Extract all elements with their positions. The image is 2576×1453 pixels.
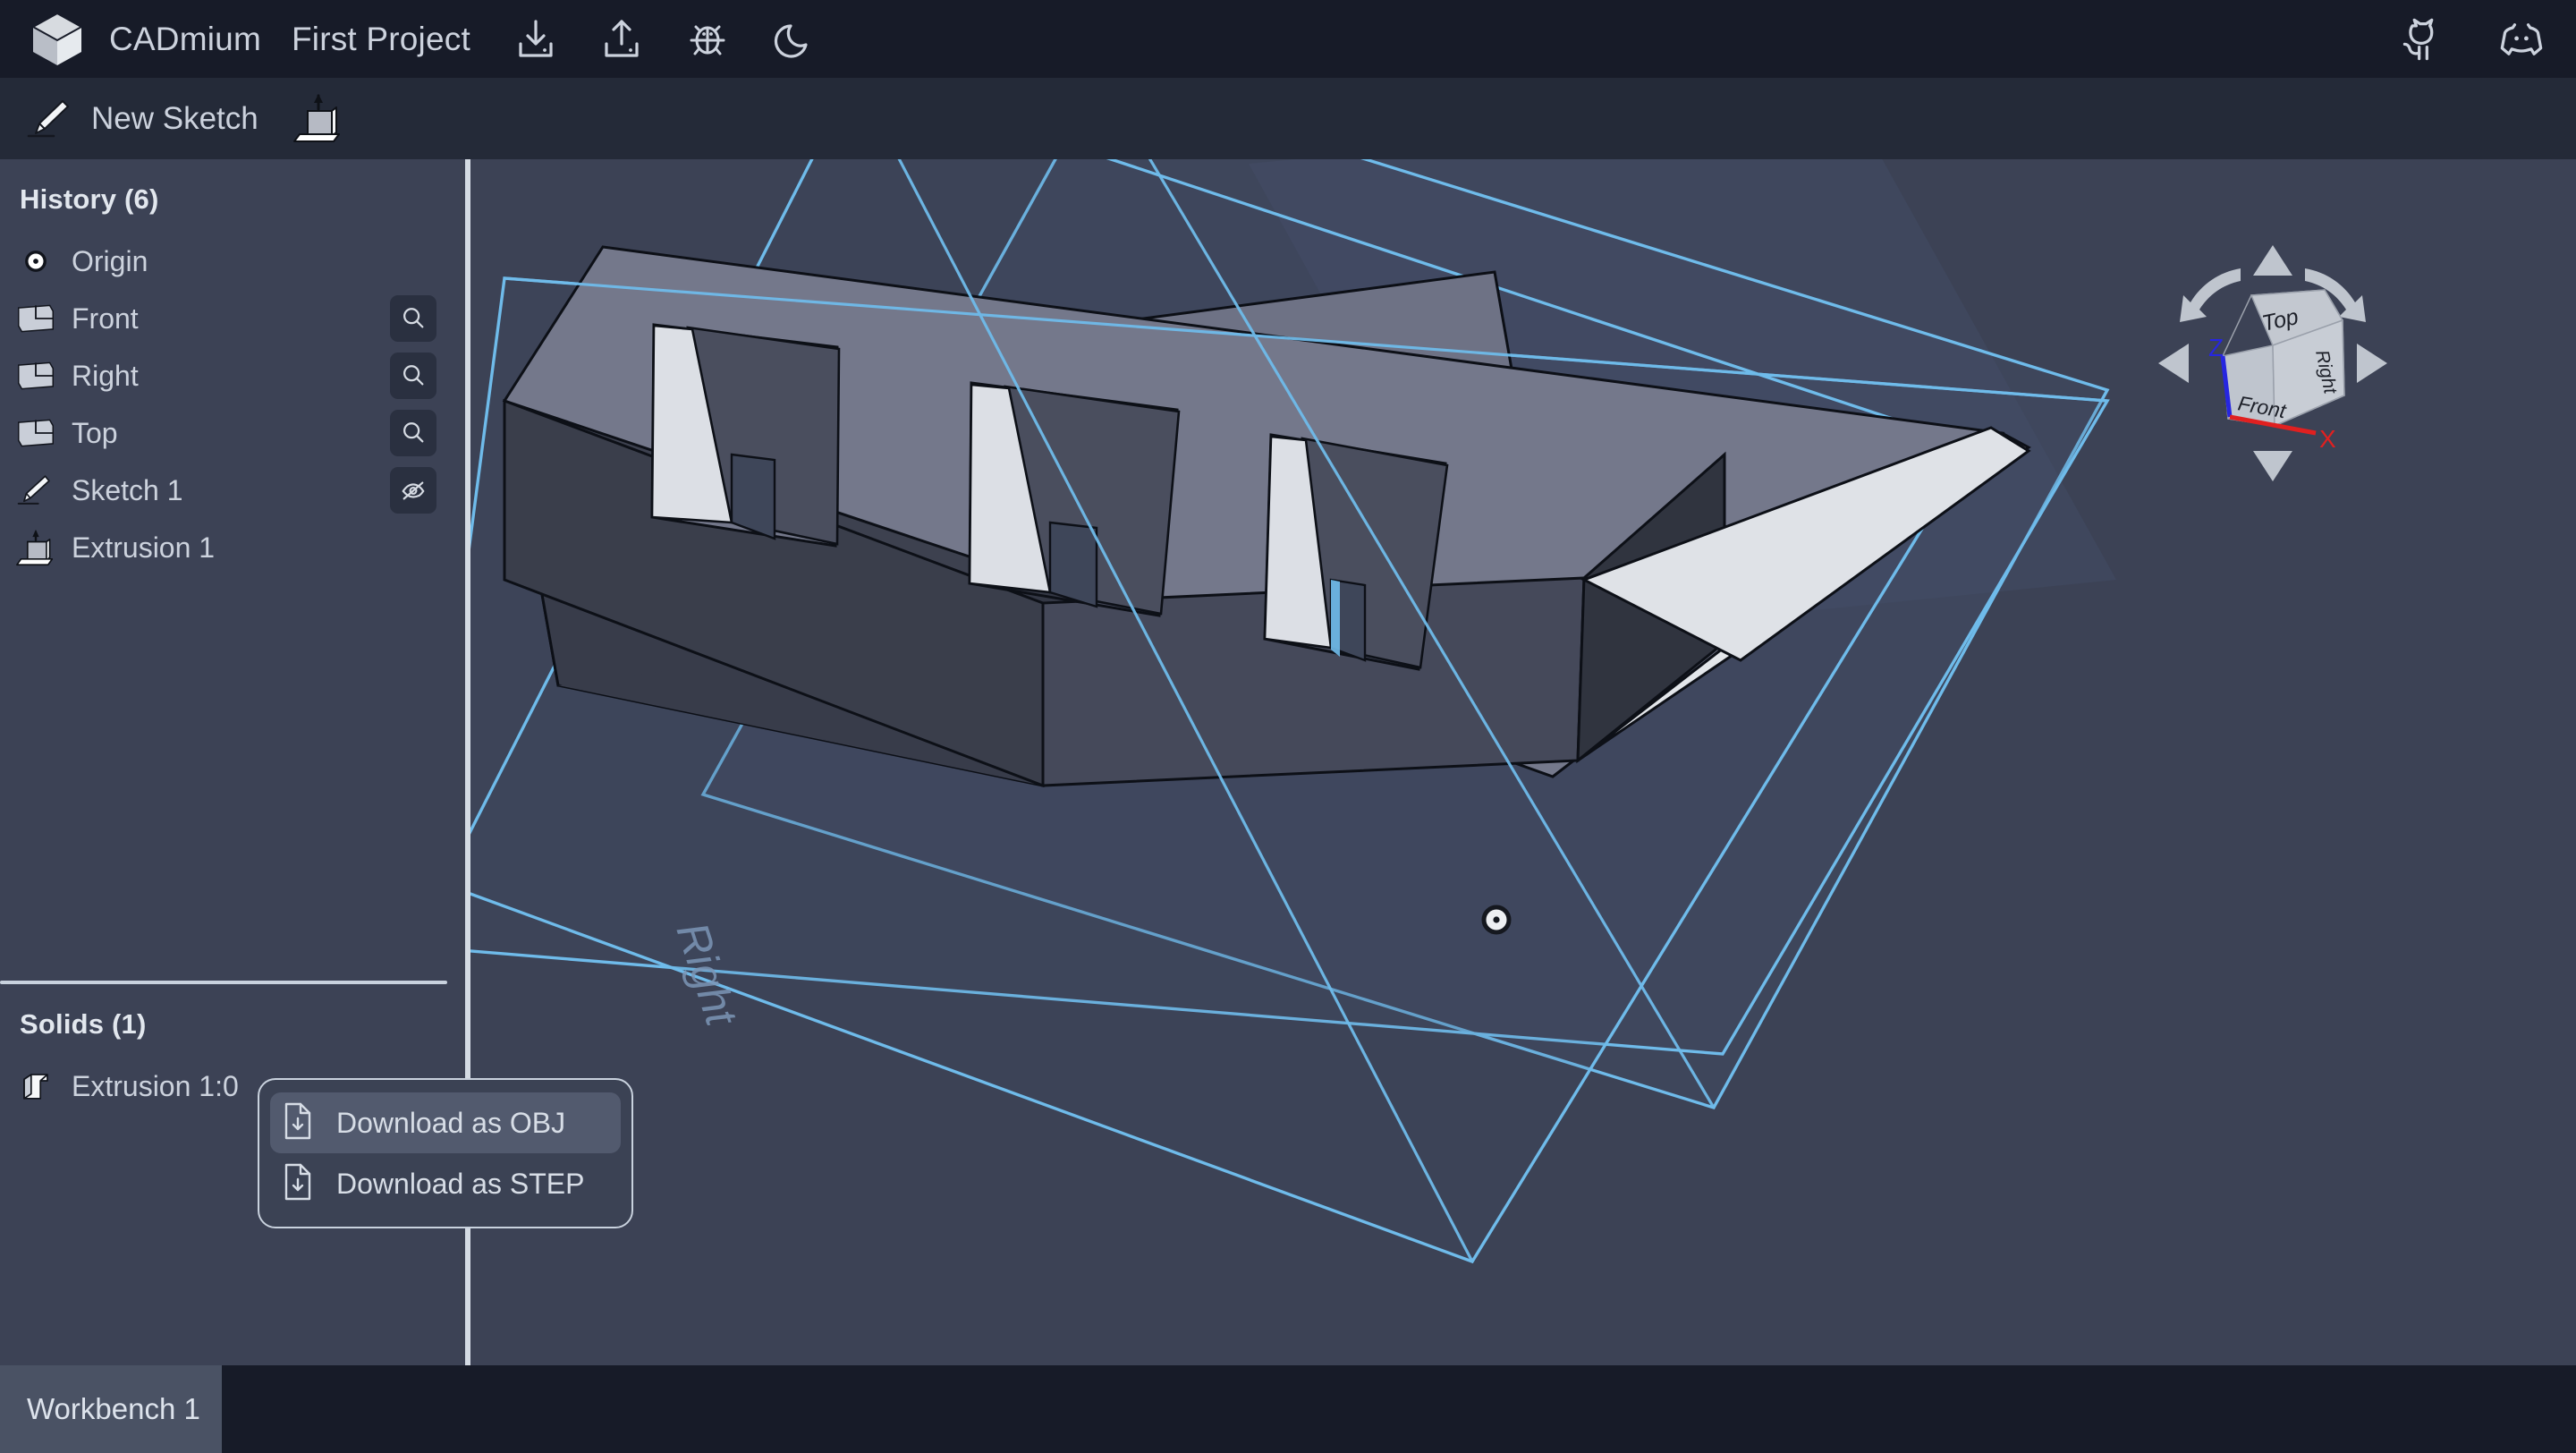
pocket-3 <box>1263 433 1449 671</box>
arrow-down-icon[interactable] <box>2253 451 2292 481</box>
arrow-right-icon[interactable] <box>2357 344 2387 383</box>
top-bar: CADmium First Project <box>0 0 2576 78</box>
viewport-scene: Top Front Right <box>470 159 2387 1264</box>
history-item-label: Front <box>72 302 139 335</box>
download-context-menu: Download as OBJ Download as STEP <box>258 1078 633 1228</box>
plane-icon <box>16 413 55 453</box>
origin-point-icon <box>16 242 55 281</box>
solid-icon <box>16 1066 55 1106</box>
project-name[interactable]: First Project <box>292 21 470 58</box>
history-item-extrusion-1[interactable]: Extrusion 1 <box>0 519 458 576</box>
origin-point-marker[interactable] <box>1481 905 1512 935</box>
history-item-label: Right <box>72 359 139 392</box>
arrow-up-icon[interactable] <box>2253 245 2292 276</box>
new-sketch-button[interactable]: New Sketch <box>20 86 266 152</box>
solids-panel-title: Solids (1) <box>20 1008 147 1040</box>
history-item-label: Extrusion 1 <box>72 531 216 564</box>
magnifier-icon[interactable] <box>390 410 436 456</box>
extrude-icon <box>292 93 344 145</box>
view-cube-widget[interactable]: Top Front Right Z X <box>2158 245 2387 481</box>
discord-icon[interactable] <box>2497 15 2546 64</box>
tool-row: New Sketch <box>0 78 2576 159</box>
axis-z-label: Z <box>2208 334 2224 361</box>
extrude-button[interactable] <box>284 86 353 152</box>
history-item-label: Sketch 1 <box>72 473 183 506</box>
app-name: CADmium <box>109 20 261 57</box>
history-item-sketch-1[interactable]: Sketch 1 <box>0 462 458 519</box>
cad-application-window: CADmium First Project New Sketch History… <box>0 0 2576 1453</box>
bottom-bar: Workbench 1 <box>0 1365 2576 1453</box>
history-item-label: Top <box>72 416 118 449</box>
history-list-filler <box>0 576 465 950</box>
magnifier-icon[interactable] <box>390 353 436 399</box>
plane-icon <box>16 356 55 395</box>
download-as-step-menu-item[interactable]: Download as STEP <box>270 1153 621 1214</box>
axis-x-label: X <box>2319 425 2336 453</box>
history-item-origin[interactable]: Origin <box>0 233 458 290</box>
bug-icon[interactable] <box>683 15 732 64</box>
eye-off-icon[interactable] <box>390 467 436 514</box>
file-download-icon <box>283 1163 318 1204</box>
new-sketch-label: New Sketch <box>91 100 258 136</box>
moon-icon[interactable] <box>769 15 818 64</box>
pocket-1 <box>650 323 841 548</box>
history-item-top[interactable]: Top <box>0 404 458 462</box>
file-download-icon <box>283 1102 318 1143</box>
history-item-label: Origin <box>72 244 148 277</box>
solids-item-label: Extrusion 1:0 <box>72 1069 239 1102</box>
history-panel-title: History (6) <box>20 183 159 215</box>
extrude-icon <box>16 528 55 567</box>
history-item-right[interactable]: Right <box>0 347 458 404</box>
download-as-obj-menu-item[interactable]: Download as OBJ <box>270 1092 621 1153</box>
pencil-icon <box>16 471 55 510</box>
github-icon[interactable] <box>2399 15 2447 64</box>
context-menu-label: Download as OBJ <box>336 1106 566 1139</box>
history-item-front[interactable]: Front <box>0 290 458 347</box>
workbench-tab-label: Workbench 1 <box>27 1392 200 1425</box>
pocket-2 <box>968 381 1181 617</box>
context-menu-label: Download as STEP <box>336 1167 585 1200</box>
arrow-left-icon[interactable] <box>2158 344 2189 383</box>
magnifier-icon[interactable] <box>390 295 436 342</box>
export-upload-icon[interactable] <box>597 15 646 64</box>
import-download-icon[interactable] <box>512 15 560 64</box>
3d-viewport[interactable]: Top Front Right <box>470 159 2576 1365</box>
cube-logo-icon[interactable] <box>30 12 84 67</box>
pencil-icon <box>27 95 75 143</box>
topbar-links <box>2349 15 2546 64</box>
workbench-tab[interactable]: Workbench 1 <box>0 1365 222 1453</box>
plane-icon <box>16 299 55 338</box>
rotate-ccw-icon[interactable] <box>2180 268 2241 322</box>
